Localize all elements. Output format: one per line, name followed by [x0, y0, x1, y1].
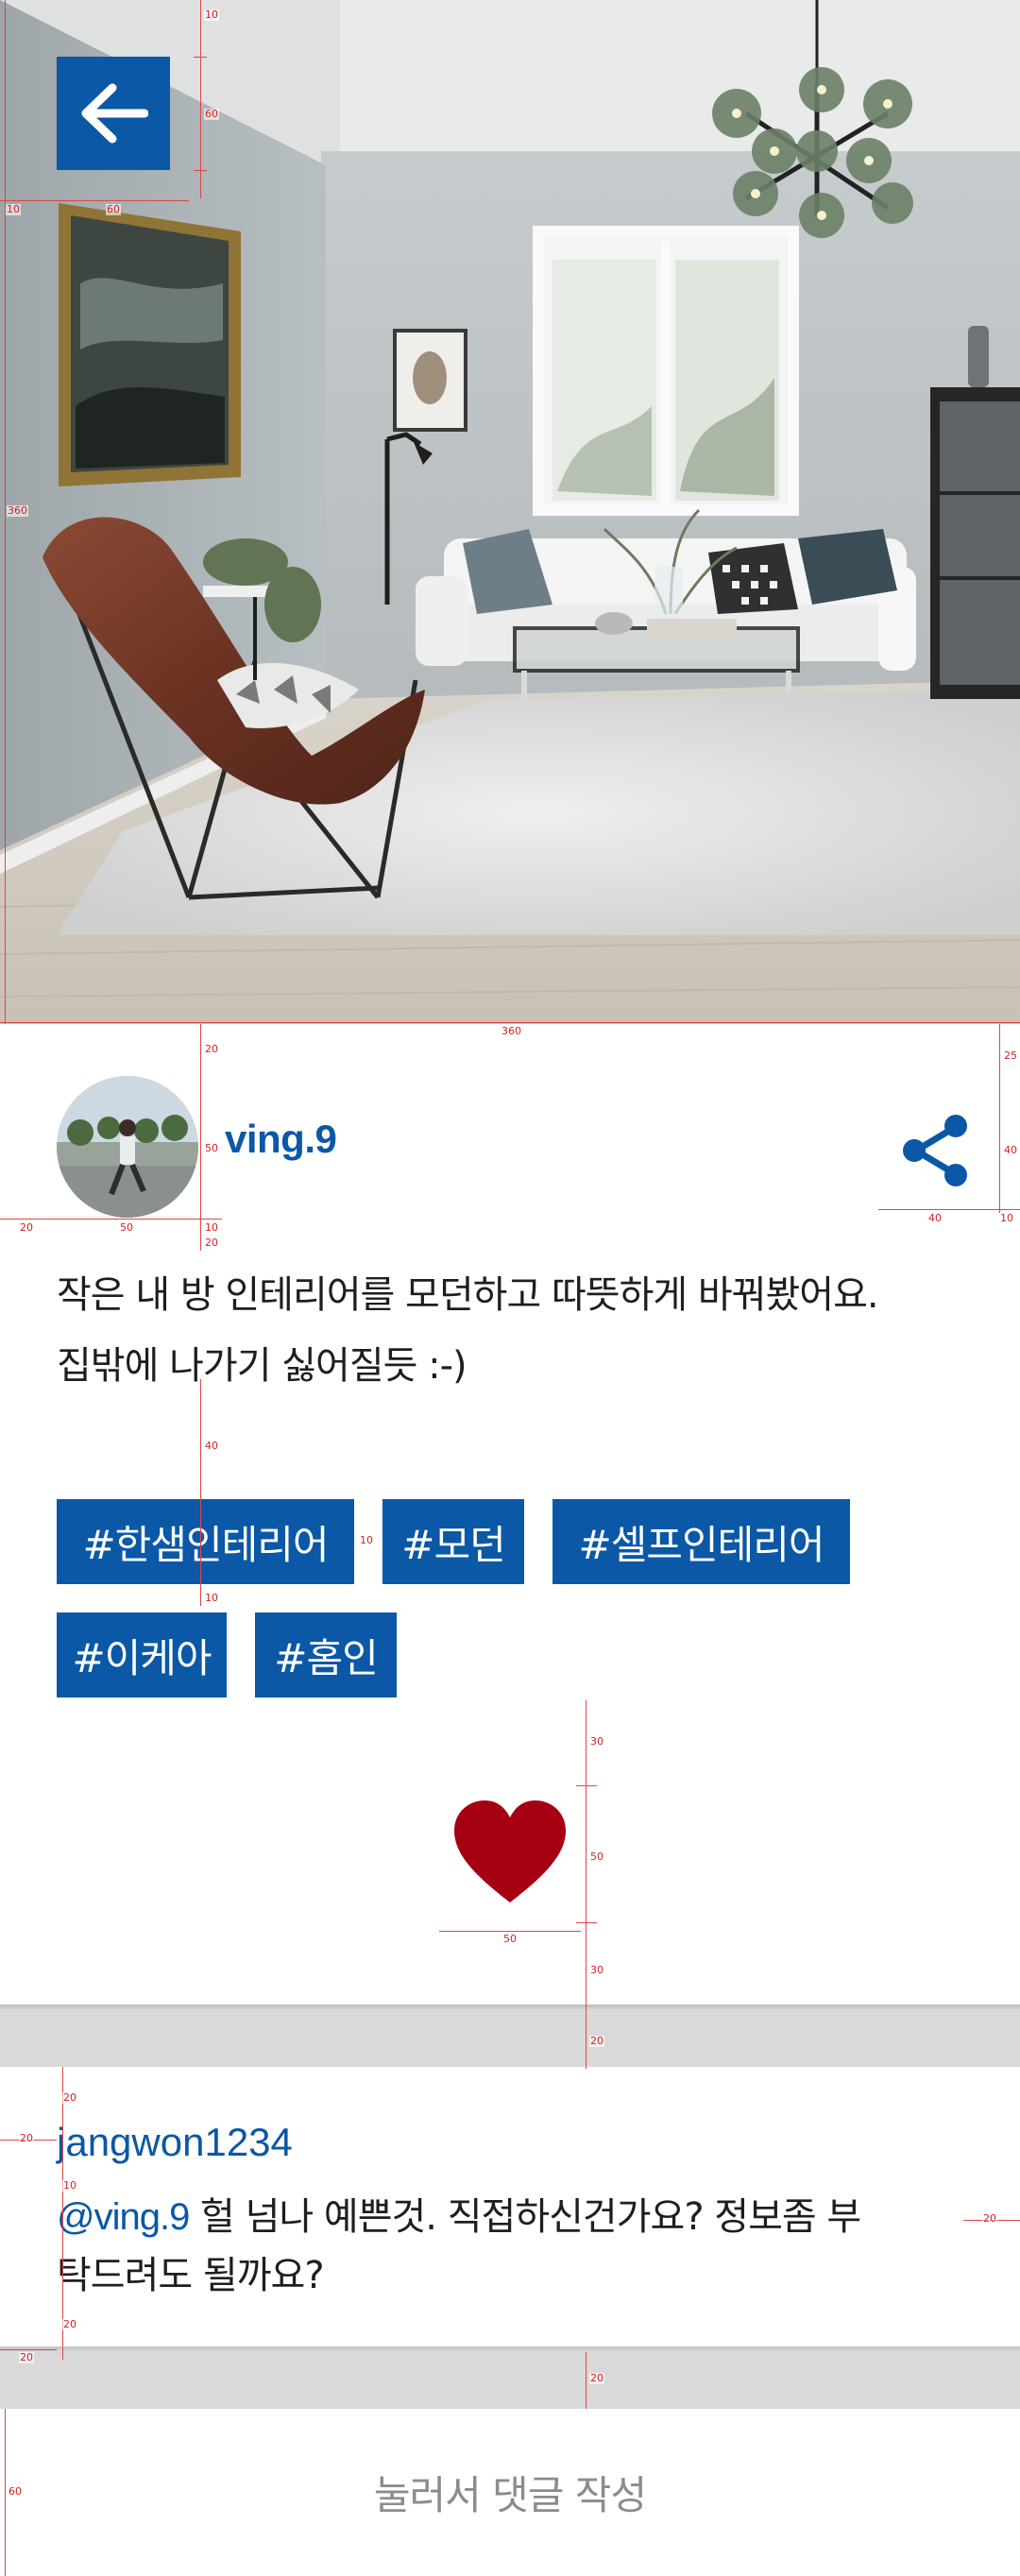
section-divider — [0, 2352, 1020, 2409]
like-button[interactable] — [449, 1797, 571, 1910]
arrow-left-icon — [81, 83, 148, 144]
back-button[interactable] — [57, 57, 170, 170]
caption-line: 집밖에 나가기 싫어질듯 :-) — [57, 1344, 468, 1388]
share-icon — [903, 1115, 967, 1186]
comment-text-line2: 탁드려도 될까요? — [57, 2254, 325, 2297]
caption-line: 작은 내 방 인테리어를 모던하고 따뜻하게 바꿔봤어요. — [57, 1273, 879, 1317]
tag-chip[interactable]: #한샘인테리어 — [57, 1499, 354, 1584]
post-caption: 작은 내 방 인테리어를 모던하고 따뜻하게 바꿔봤어요. 집밖에 나가기 싫어… — [57, 1260, 982, 1402]
tag-chip[interactable]: #홈인 — [255, 1612, 397, 1697]
comment-text-line1: 헐 넘나 예쁜것. 직접하신건가요? 정보좀 부 — [189, 2195, 861, 2239]
comment-mention[interactable]: @ving.9 — [57, 2196, 190, 2238]
post-card: ving.9 작은 내 방 인테리어를 모던하고 따뜻하게 바꿔봤어요. 집밖에… — [0, 1024, 1020, 2010]
comment-item: jangwon1234 @ving.9 헐 넘나 예쁜것. 직접하신건가요? 정… — [0, 2067, 1020, 2352]
heart-icon — [454, 1800, 566, 1902]
tag-chip[interactable]: #모던 — [382, 1499, 524, 1584]
section-divider — [0, 2010, 1020, 2067]
tag-chip[interactable]: #셀프인테리어 — [552, 1499, 850, 1584]
post-author[interactable]: ving.9 — [225, 1117, 337, 1162]
avatar-photo — [57, 1076, 198, 1218]
share-button[interactable] — [897, 1113, 973, 1188]
comment-text: @ving.9 헐 넘나 예쁜것. 직접하신건가요? 정보좀 부 탁드려도 될까… — [57, 2188, 963, 2305]
tag-chip[interactable]: #이케아 — [57, 1612, 227, 1697]
comment-author[interactable]: jangwon1234 — [57, 2120, 293, 2165]
cover-photo — [0, 0, 1020, 1024]
write-comment-placeholder: 눌러서 댓글 작성 — [373, 2472, 647, 2518]
write-comment-bar[interactable]: 눌러서 댓글 작성 — [0, 2409, 1020, 2576]
avatar[interactable] — [57, 1076, 198, 1218]
